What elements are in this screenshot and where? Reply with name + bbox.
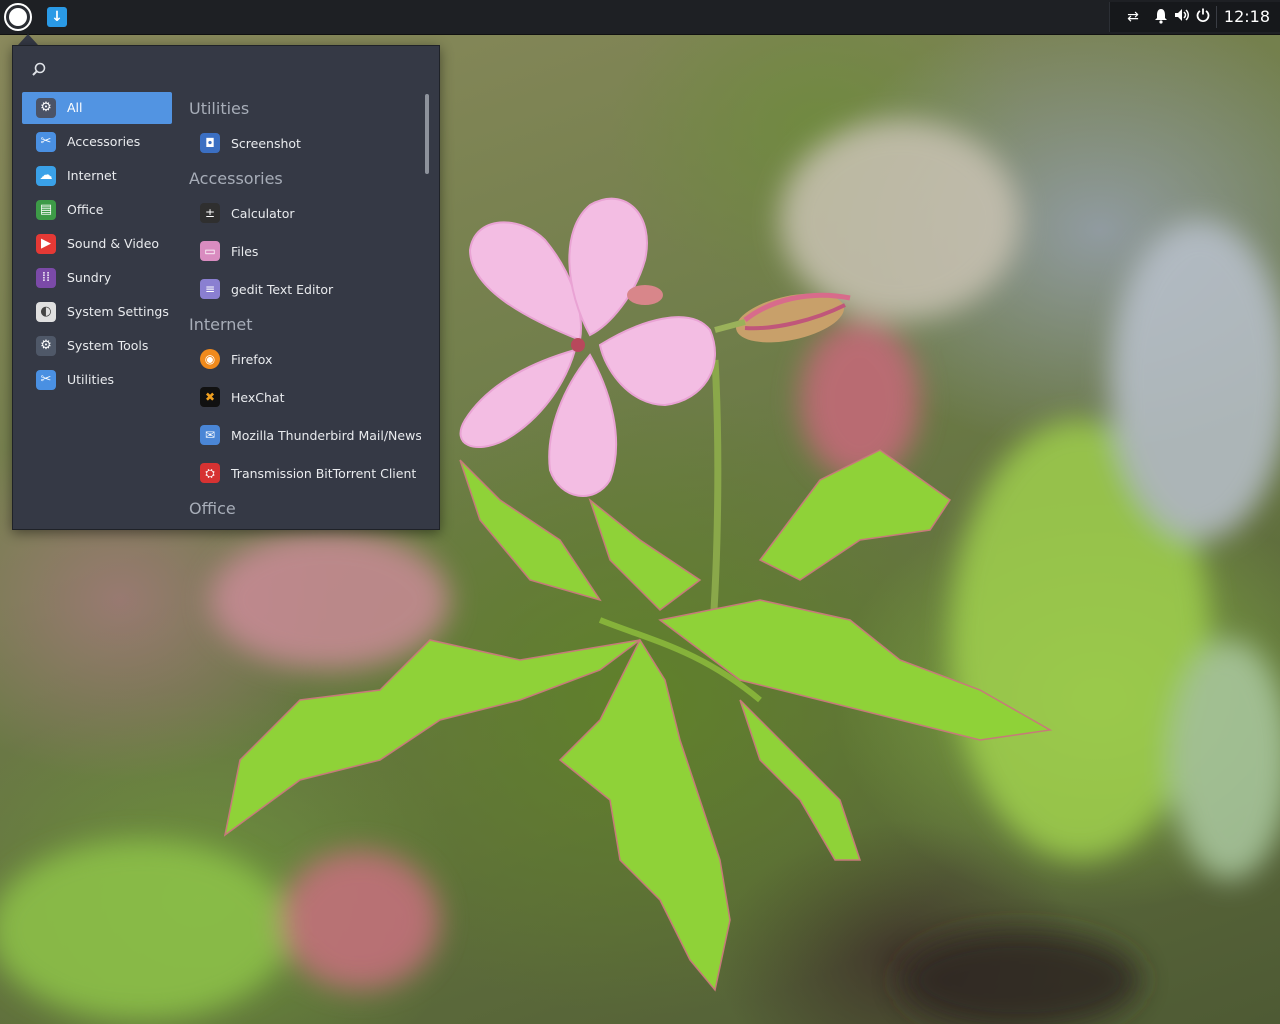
category-system-tools[interactable]: ⚙ System Tools	[22, 330, 172, 362]
gear-icon: ⚙	[36, 98, 56, 118]
power-icon[interactable]	[1194, 8, 1212, 26]
app-label: Transmission BitTorrent Client	[231, 466, 417, 481]
play-icon: ▶	[36, 234, 56, 254]
app-files[interactable]: ▭ Files	[189, 232, 421, 270]
cloud-icon: ☁	[36, 166, 56, 186]
folder-icon: ▭	[200, 241, 220, 261]
camera-icon: ◘	[200, 133, 220, 153]
app-screenshot[interactable]: ◘ Screenshot	[189, 124, 421, 162]
mail-icon: ✉	[200, 425, 220, 445]
app-label: HexChat	[231, 390, 285, 405]
category-label: Sundry	[67, 270, 112, 285]
volume-icon[interactable]	[1173, 8, 1191, 26]
category-label: Sound & Video	[67, 236, 160, 251]
category-label: Accessories	[67, 134, 141, 149]
category-sundry[interactable]: ⁞⁞ Sundry	[22, 262, 172, 294]
category-label: Office	[67, 202, 104, 217]
category-label: Internet	[67, 168, 117, 183]
category-label: System Settings	[67, 304, 169, 319]
search-input[interactable]	[53, 58, 427, 82]
category-list: ⚙ All ✂ Accessories ☁ Internet ▤ Office …	[22, 92, 172, 398]
app-calculator[interactable]: ± Calculator	[189, 194, 421, 232]
app-gedit[interactable]: ≡ gedit Text Editor	[189, 270, 421, 308]
section-heading-accessories: Accessories	[189, 169, 283, 188]
app-thunderbird[interactable]: ✉ Mozilla Thunderbird Mail/News	[189, 416, 421, 454]
network-transfer-icon[interactable]: ⇄	[1124, 8, 1142, 26]
app-transmission[interactable]: ⛭ Transmission BitTorrent Client	[189, 454, 421, 492]
category-accessories[interactable]: ✂ Accessories	[22, 126, 172, 158]
menu-pointer-arrow	[18, 34, 38, 45]
category-utilities[interactable]: ✂ Utilities	[22, 364, 172, 396]
section-heading-internet: Internet	[189, 315, 253, 334]
gear-icon: ⚙	[36, 336, 56, 356]
category-all[interactable]: ⚙ All	[22, 92, 172, 124]
grid-icon: ⁞⁞	[36, 268, 56, 288]
hexchat-icon: ✖	[200, 387, 220, 407]
tray-separator	[1216, 6, 1217, 28]
download-update-icon[interactable]: ↓	[47, 7, 67, 27]
app-label: Files	[231, 244, 259, 259]
application-list: Utilities ◘ Screenshot Accessories ± Cal…	[189, 92, 421, 526]
category-label: System Tools	[67, 338, 149, 353]
scissors-icon: ✂	[36, 370, 56, 390]
app-hexchat[interactable]: ✖ HexChat	[189, 378, 421, 416]
app-label: Calculator	[231, 206, 295, 221]
app-label: Screenshot	[231, 136, 301, 151]
application-menu: ⚙ All ✂ Accessories ☁ Internet ▤ Office …	[12, 45, 440, 530]
category-label: All	[67, 100, 83, 115]
category-system-settings[interactable]: ◐ System Settings	[22, 296, 172, 328]
app-list-scrollbar[interactable]	[425, 94, 429, 174]
top-panel: ↓ ⇄ 12:18	[0, 0, 1280, 35]
system-tray: ⇄ 12:18	[1109, 2, 1280, 32]
app-label: Firefox	[231, 352, 273, 367]
category-office[interactable]: ▤ Office	[22, 194, 172, 226]
app-firefox[interactable]: ◉ Firefox	[189, 340, 421, 378]
toggle-icon: ◐	[36, 302, 56, 322]
calculator-icon: ±	[200, 203, 220, 223]
clock[interactable]: 12:18	[1224, 8, 1270, 26]
section-heading-office: Office	[189, 499, 236, 518]
notification-bell-icon[interactable]	[1152, 8, 1170, 26]
section-heading-utilities: Utilities	[189, 99, 250, 118]
firefox-icon: ◉	[200, 349, 220, 369]
document-icon: ▤	[36, 200, 56, 220]
scissors-icon: ✂	[36, 132, 56, 152]
search-icon	[29, 60, 49, 80]
category-sound-video[interactable]: ▶ Sound & Video	[22, 228, 172, 260]
app-label: Mozilla Thunderbird Mail/News	[231, 428, 421, 443]
transmission-icon: ⛭	[200, 463, 220, 483]
text-editor-icon: ≡	[200, 279, 220, 299]
app-menu-button[interactable]	[4, 3, 32, 31]
category-label: Utilities	[67, 372, 115, 387]
app-label: gedit Text Editor	[231, 282, 334, 297]
category-internet[interactable]: ☁ Internet	[22, 160, 172, 192]
